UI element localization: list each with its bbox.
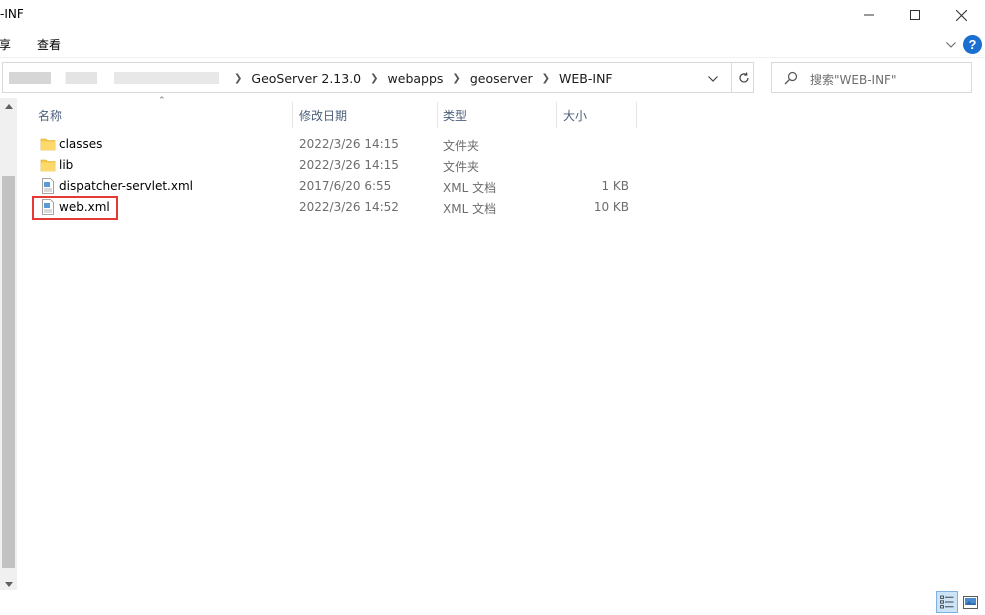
maximize-icon xyxy=(910,10,920,20)
breadcrumb: ❯ GeoServer 2.13.0 ❯ webapps ❯ geoserver… xyxy=(225,63,613,94)
scroll-up-button[interactable] xyxy=(0,98,17,115)
file-row[interactable]: classes 2022/3/26 14:15 文件夹 xyxy=(17,134,632,155)
file-size: 10 KB xyxy=(593,200,629,214)
breadcrumb-item[interactable]: GeoServer 2.13.0 xyxy=(251,71,361,86)
column-divider[interactable] xyxy=(636,102,637,128)
breadcrumb-item[interactable]: webapps xyxy=(388,71,444,86)
file-date: 2022/3/26 14:15 xyxy=(299,137,399,151)
title-bar: -INF xyxy=(0,0,985,30)
chevron-down-icon xyxy=(946,42,956,48)
nav-pane-scrollbar[interactable] xyxy=(0,98,17,595)
folder-icon xyxy=(40,159,56,172)
column-divider[interactable] xyxy=(437,102,438,128)
file-name: lib xyxy=(59,158,74,172)
search-icon xyxy=(784,71,798,85)
file-size: 1 KB xyxy=(601,179,629,193)
window-title: -INF xyxy=(0,7,24,21)
large-icons-view-button[interactable] xyxy=(961,593,979,611)
column-date[interactable]: 修改日期 xyxy=(299,100,347,130)
column-type[interactable]: 类型 xyxy=(443,100,467,130)
chevron-right-icon[interactable]: ❯ xyxy=(542,73,550,84)
column-header: ⌃ 名称 修改日期 类型 大小 xyxy=(17,96,985,130)
file-type: 文件夹 xyxy=(443,139,480,153)
ribbon: 享 查看 xyxy=(0,30,985,58)
large-icons-view-icon xyxy=(962,595,978,609)
file-type: XML 文档 xyxy=(443,181,497,195)
chevron-right-icon[interactable]: ❯ xyxy=(452,73,460,84)
breadcrumb-item[interactable]: geoserver xyxy=(470,71,533,86)
file-name: dispatcher-servlet.xml xyxy=(59,179,193,193)
ribbon-tab-share[interactable]: 享 xyxy=(0,36,11,53)
file-name: classes xyxy=(59,137,103,151)
minimize-icon xyxy=(864,14,874,16)
minimize-button[interactable] xyxy=(846,0,892,30)
close-button[interactable] xyxy=(938,0,984,30)
expand-ribbon-button[interactable] xyxy=(944,38,958,52)
close-icon xyxy=(955,9,967,21)
file-type: 文件夹 xyxy=(443,160,480,174)
file-date: 2022/3/26 14:15 xyxy=(299,158,399,172)
scroll-thumb[interactable] xyxy=(2,176,15,568)
blurred-path xyxy=(9,72,219,84)
details-view-icon xyxy=(940,595,954,609)
status-bar xyxy=(0,590,985,615)
chevron-up-icon xyxy=(4,104,13,109)
maximize-button[interactable] xyxy=(892,0,938,30)
address-bar[interactable]: ❯ GeoServer 2.13.0 ❯ webapps ❯ geoserver… xyxy=(2,62,754,93)
chevron-right-icon[interactable]: ❯ xyxy=(234,73,242,84)
file-row[interactable]: dispatcher-servlet.xml 2017/6/20 6:55 XM… xyxy=(17,176,632,197)
breadcrumb-item[interactable]: WEB-INF xyxy=(559,71,613,86)
column-size[interactable]: 大小 xyxy=(563,100,587,130)
search-input[interactable]: 搜索"WEB-INF" xyxy=(810,71,896,88)
column-divider[interactable] xyxy=(292,102,293,128)
file-type: XML 文档 xyxy=(443,202,497,216)
chevron-down-icon xyxy=(708,76,718,82)
file-date: 2022/3/26 14:52 xyxy=(299,200,399,214)
ribbon-tab-view[interactable]: 查看 xyxy=(37,36,61,53)
help-icon[interactable]: ? xyxy=(963,35,982,54)
refresh-button[interactable] xyxy=(731,63,755,92)
chevron-right-icon[interactable]: ❯ xyxy=(370,73,378,84)
column-name[interactable]: 名称 xyxy=(38,100,62,130)
search-box[interactable]: 搜索"WEB-INF" xyxy=(771,62,972,93)
address-history-dropdown[interactable] xyxy=(705,72,721,86)
column-divider[interactable] xyxy=(556,102,557,128)
file-row[interactable]: lib 2022/3/26 14:15 文件夹 xyxy=(17,155,632,176)
xml-file-icon xyxy=(42,178,54,194)
highlight-annotation xyxy=(32,196,118,220)
refresh-icon xyxy=(738,71,749,82)
chevron-down-icon xyxy=(4,582,13,587)
file-date: 2017/6/20 6:55 xyxy=(299,179,392,193)
details-view-button[interactable] xyxy=(936,591,958,613)
sort-ascending-icon: ⌃ xyxy=(158,96,166,106)
folder-icon xyxy=(40,138,56,151)
